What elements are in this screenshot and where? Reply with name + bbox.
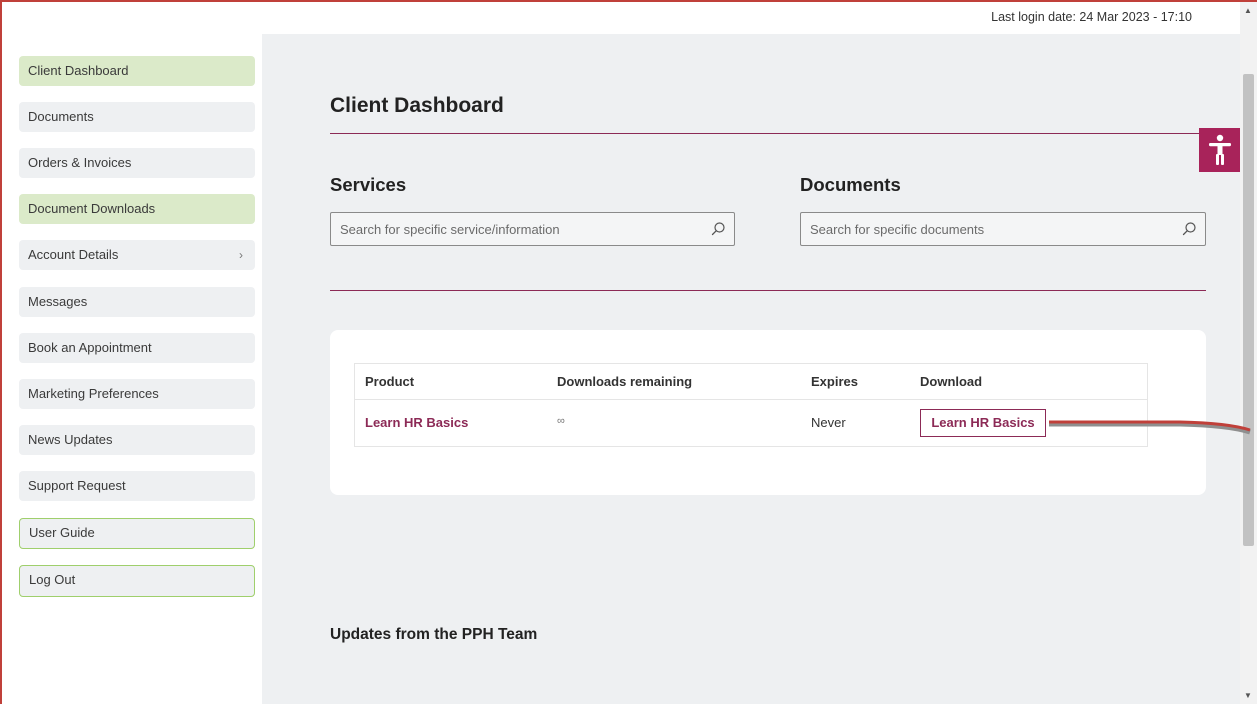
expires-value: Never xyxy=(811,415,846,430)
sidebar-item-label: News Updates xyxy=(28,432,113,447)
scroll-thumb[interactable] xyxy=(1243,74,1254,546)
accessibility-button[interactable] xyxy=(1199,128,1241,172)
scroll-up-icon[interactable]: ▲ xyxy=(1244,6,1252,15)
sidebar-item-label: Log Out xyxy=(29,572,76,587)
sidebar-item-label: Client Dashboard xyxy=(28,63,129,78)
sidebar-item-news-updates[interactable]: News Updates xyxy=(19,425,255,455)
column-header-downloads-remaining: Downloads remaining xyxy=(557,374,693,389)
sidebar-item-orders-invoices[interactable]: Orders & Invoices xyxy=(19,148,255,178)
sidebar-item-label: Documents xyxy=(28,109,94,124)
sidebar-item-label: Messages xyxy=(28,294,88,309)
documents-search xyxy=(800,212,1206,246)
top-bar: Last login date: 24 Mar 2023 - 17:10 xyxy=(0,0,1240,34)
downloads-table: Product Downloads remaining Expires Down… xyxy=(354,363,1148,447)
sidebar: Client Dashboard Documents Orders & Invo… xyxy=(0,34,262,704)
services-search xyxy=(330,212,735,246)
downloads-card: Product Downloads remaining Expires Down… xyxy=(330,330,1206,495)
sidebar-item-messages[interactable]: Messages xyxy=(19,287,255,317)
sidebar-item-account-details[interactable]: Account Details › xyxy=(19,240,255,270)
sidebar-item-log-out[interactable]: Log Out xyxy=(19,565,255,597)
search-icon[interactable] xyxy=(710,221,726,237)
search-icon[interactable] xyxy=(1181,221,1197,237)
vertical-scrollbar[interactable]: ▲ ▼ xyxy=(1240,0,1257,704)
table-divider xyxy=(355,399,1147,400)
main-content: Client Dashboard Services Documents Prod… xyxy=(262,34,1240,704)
last-login-date: Last login date: 24 Mar 2023 - 17:10 xyxy=(991,10,1192,24)
sidebar-item-label: Marketing Preferences xyxy=(28,386,159,401)
product-link[interactable]: Learn HR Basics xyxy=(365,415,468,430)
sidebar-item-label: Account Details xyxy=(28,247,119,262)
column-header-product: Product xyxy=(365,374,415,389)
accessibility-icon xyxy=(1209,134,1231,165)
downloads-remaining-value: ∞ xyxy=(557,415,565,427)
chevron-right-icon: › xyxy=(239,248,243,262)
sidebar-item-document-downloads[interactable]: Document Downloads xyxy=(19,194,255,224)
sidebar-item-documents[interactable]: Documents xyxy=(19,102,255,132)
page-title: Client Dashboard xyxy=(330,94,504,117)
scroll-down-icon[interactable]: ▼ xyxy=(1244,691,1252,700)
column-header-download: Download xyxy=(920,374,983,389)
sidebar-item-marketing-preferences[interactable]: Marketing Preferences xyxy=(19,379,255,409)
services-title: Services xyxy=(330,174,407,195)
sidebar-item-client-dashboard[interactable]: Client Dashboard xyxy=(19,56,255,86)
sidebar-item-user-guide[interactable]: User Guide xyxy=(19,518,255,549)
column-header-expires: Expires xyxy=(811,374,858,389)
sidebar-item-support-request[interactable]: Support Request xyxy=(19,471,255,501)
sidebar-item-book-appointment[interactable]: Book an Appointment xyxy=(19,333,255,363)
sidebar-item-label: Orders & Invoices xyxy=(28,155,132,170)
section-divider xyxy=(330,290,1206,291)
sidebar-item-label: Support Request xyxy=(28,478,126,493)
download-button[interactable]: Learn HR Basics xyxy=(920,409,1046,437)
updates-heading: Updates from the PPH Team xyxy=(330,626,538,643)
sidebar-item-label: Document Downloads xyxy=(28,201,156,216)
services-search-input[interactable] xyxy=(331,213,734,245)
sidebar-item-label: User Guide xyxy=(29,525,95,540)
documents-search-input[interactable] xyxy=(801,213,1205,245)
documents-title: Documents xyxy=(800,174,901,195)
sidebar-item-label: Book an Appointment xyxy=(28,340,152,355)
title-divider xyxy=(330,133,1206,134)
